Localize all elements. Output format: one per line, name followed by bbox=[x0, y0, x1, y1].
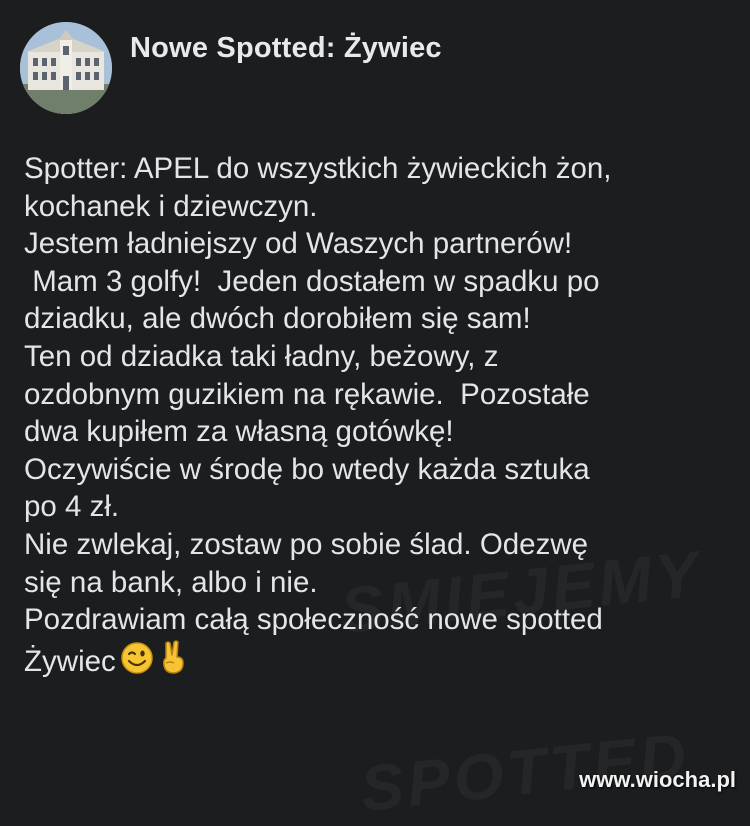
post-text-line: Mam 3 golfy! Jeden dostałem w spadku po bbox=[24, 264, 600, 298]
building-photo-icon bbox=[20, 22, 112, 114]
post-text-line: ozdobnym guzikiem na rękawie. Pozostałe bbox=[24, 377, 590, 411]
post-text: Spotter: APEL do wszystkich żywieckich ż… bbox=[24, 150, 739, 678]
post-text-last-words: Żywiec bbox=[24, 644, 116, 678]
post-text-line: po 4 zł. bbox=[24, 490, 120, 524]
post-header: Nowe Spotted: Żywiec bbox=[20, 22, 442, 114]
winking-face-icon bbox=[120, 641, 154, 685]
post-text-line: Spotter: APEL do wszystkich żywieckich ż… bbox=[24, 152, 612, 185]
post-text-line: Pozdrawiam całą społeczność nowe spotted bbox=[24, 603, 603, 637]
post-text-line: się na bank, albo i nie. bbox=[24, 565, 318, 599]
post-text-line: kochanek i dziewczyn. bbox=[24, 189, 318, 223]
post-text-line: dziadku, ale dwóch dorobiłem się sam! bbox=[24, 302, 531, 336]
post-text-line: Ten od dziadka taki ładny, beżowy, z bbox=[24, 339, 499, 373]
page-avatar[interactable] bbox=[20, 22, 112, 114]
post-text-line-last: Żywiec bbox=[24, 639, 739, 678]
page-name[interactable]: Nowe Spotted: Żywiec bbox=[130, 32, 442, 65]
post-text-line: Jestem ładniejszy od Waszych partnerów! bbox=[24, 227, 573, 261]
post-text-line: Nie zwlekaj, zostaw po sobie ślad. Odezw… bbox=[24, 527, 589, 561]
site-watermark-link[interactable]: www.wiocha.pl bbox=[579, 767, 736, 793]
post-card: Nowe Spotted: Żywiec Spotter: APEL do ws… bbox=[0, 0, 750, 825]
victory-hand-icon bbox=[158, 639, 188, 685]
post-text-line: Oczywiście w środę bo wtedy każda sztuka bbox=[24, 452, 590, 486]
post-text-line: dwa kupiłem za własną gotówkę! bbox=[24, 415, 454, 449]
